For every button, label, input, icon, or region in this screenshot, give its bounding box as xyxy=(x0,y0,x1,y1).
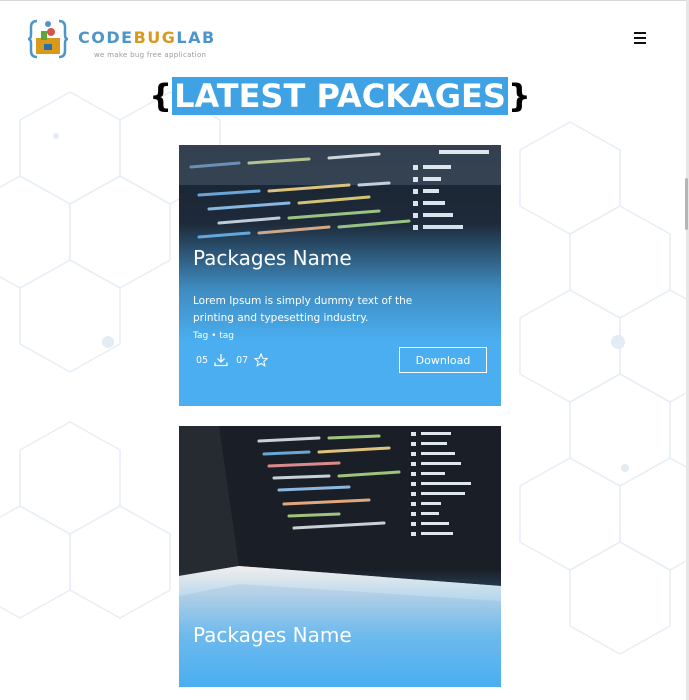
top-border xyxy=(0,0,689,1)
brand-tagline: we make bug free application xyxy=(94,51,207,59)
title-text: LATEST PACKAGES xyxy=(172,77,508,115)
title-open-brace: { xyxy=(149,77,173,115)
page: CODEBUGLAB we make bug free application … xyxy=(0,0,689,700)
star-count: 07 xyxy=(236,354,249,366)
title-close-brace: } xyxy=(507,77,531,115)
brand-name: CODEBUGLAB xyxy=(78,28,216,47)
brand-logo[interactable]: CODEBUGLAB we make bug free application xyxy=(27,18,217,64)
menu-line xyxy=(634,32,646,34)
package-name[interactable]: Packages Name xyxy=(193,246,352,270)
star-icon[interactable] xyxy=(254,353,269,367)
package-tags[interactable]: Tag • tag xyxy=(193,331,234,341)
download-button[interactable]: Download xyxy=(399,347,487,373)
menu-line xyxy=(634,42,646,44)
logo-mark xyxy=(27,19,69,59)
download-icon xyxy=(214,354,228,367)
package-description: Lorem Ipsum is simply dummy text of the … xyxy=(193,295,413,324)
section-title: {LATEST PACKAGES} xyxy=(0,74,680,118)
card-gradient-overlay xyxy=(179,426,501,687)
package-card[interactable]: Packages Name xyxy=(179,426,501,687)
download-count: 05 xyxy=(196,354,209,366)
menu-line xyxy=(634,37,646,39)
package-stats: 05 07 xyxy=(196,351,276,369)
package-card[interactable]: Packages Name Lorem Ipsum is simply dumm… xyxy=(179,145,501,406)
scrollbar-thumb[interactable] xyxy=(685,178,688,230)
brand-name-code: CODE xyxy=(78,28,134,47)
brand-name-bug: BUG xyxy=(133,28,177,47)
hamburger-icon[interactable] xyxy=(634,32,650,48)
package-name[interactable]: Packages Name xyxy=(193,623,352,647)
brand-name-lab: LAB xyxy=(176,28,216,47)
